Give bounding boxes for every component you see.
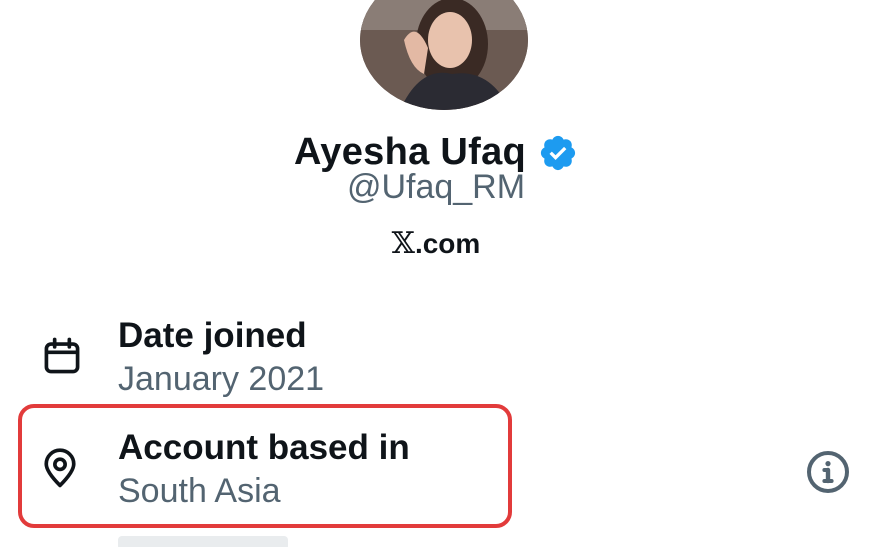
date-joined-value: January 2021 [118, 360, 325, 398]
location-pin-icon [44, 448, 76, 488]
profile-avatar[interactable] [360, 0, 528, 110]
profile-website-link[interactable]: 𝕏.com [0, 226, 872, 261]
verified-badge-icon[interactable] [538, 133, 578, 173]
calendar-icon [44, 337, 80, 374]
site-domain-suffix: .com [414, 228, 481, 259]
profile-handle: @Ufaq_RM [346, 168, 526, 206]
next-row-partial [118, 536, 288, 547]
about-account-page: Ayesha Ufaq @Ufaq_RM 𝕏.com Date joined J… [0, 0, 872, 547]
x-logo-text: 𝕏 [391, 226, 415, 261]
info-icon[interactable] [804, 448, 852, 496]
date-joined-label: Date joined [118, 316, 307, 355]
account-based-in-value: South Asia [118, 472, 281, 510]
account-based-in-label: Account based in [118, 428, 410, 467]
avatar-photo [360, 0, 528, 110]
